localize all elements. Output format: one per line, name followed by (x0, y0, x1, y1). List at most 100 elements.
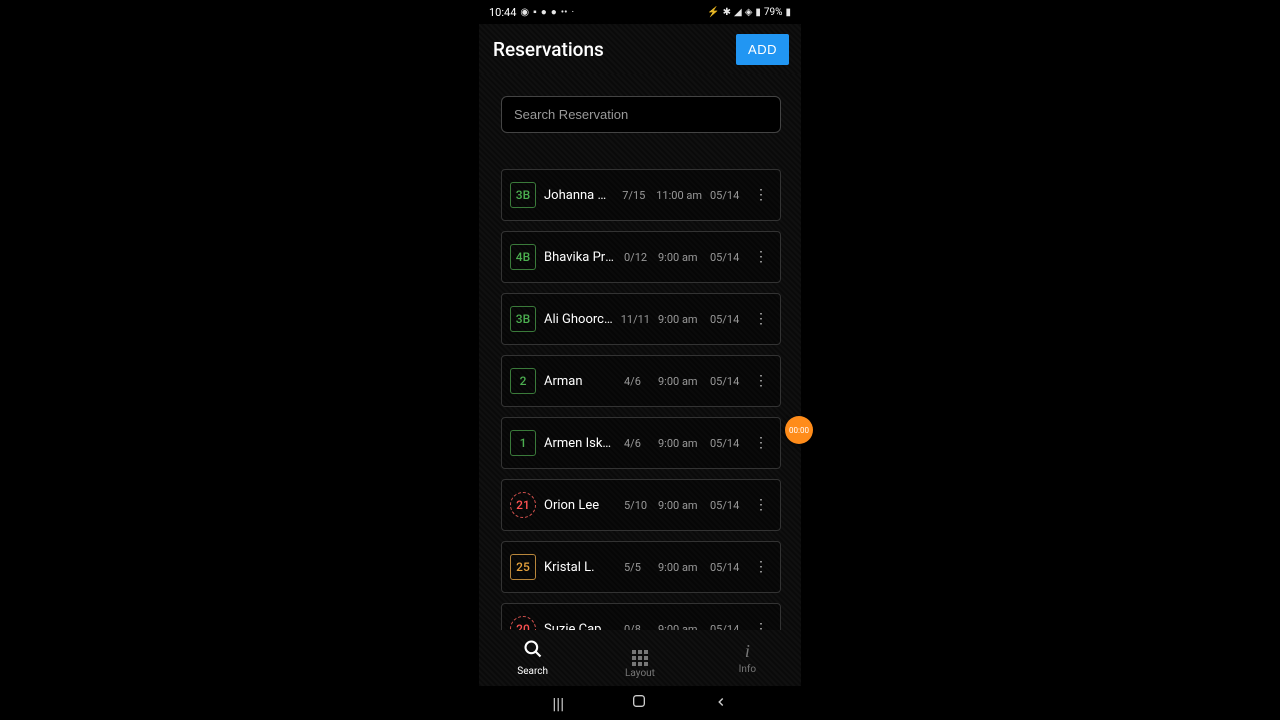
nav-layout-label: Layout (625, 668, 655, 679)
search-input[interactable] (501, 96, 781, 133)
party-count: 0/8 (624, 623, 650, 631)
table-badge: 1 (510, 430, 536, 456)
reservation-row[interactable]: 3B Johanna Quiroz 7/15 11:00 am 05/14 ⋮ (501, 169, 781, 221)
row-meta: 0/8 9:00 am 05/14 (624, 623, 742, 631)
reservation-time: 9:00 am (658, 561, 702, 574)
row-meta: 5/5 9:00 am 05/14 (624, 561, 742, 574)
party-count: 4/6 (624, 437, 650, 450)
table-badge: 3B (510, 182, 536, 208)
reservation-row[interactable]: 20 Suzie Capcoto 0/8 9:00 am 05/14 ⋮ (501, 603, 781, 630)
notif-icon: ● (551, 7, 557, 18)
row-more-icon[interactable]: ⋮ (750, 435, 772, 451)
row-more-icon[interactable]: ⋮ (750, 621, 772, 630)
bluetooth-icon: ✱ (723, 7, 731, 18)
bt-icon: ⚡ (707, 7, 719, 18)
home-button[interactable] (631, 693, 647, 713)
row-more-icon[interactable]: ⋮ (750, 373, 772, 389)
guest-name: Orion Lee (544, 498, 616, 513)
content-scroll[interactable]: 3B Johanna Quiroz 7/15 11:00 am 05/14 ⋮ 4B Bhav… (479, 74, 801, 630)
reservation-date: 05/14 (710, 623, 742, 631)
party-count: 0/12 (624, 251, 650, 264)
nav-search-label: Search (517, 666, 548, 677)
guest-name: Kristal L. (544, 560, 616, 575)
reservation-date: 05/14 (710, 375, 742, 388)
reservation-row[interactable]: 2 Arman 4/6 9:00 am 05/14 ⋮ (501, 355, 781, 407)
table-badge: 21 (510, 492, 536, 518)
row-more-icon[interactable]: ⋮ (750, 187, 772, 203)
reservation-row[interactable]: 1 Armen Iskanian 4/6 9:00 am 05/14 ⋮ (501, 417, 781, 469)
reservation-date: 05/14 (710, 313, 742, 326)
reservation-date: 05/14 (710, 561, 742, 574)
table-badge: 20 (510, 616, 536, 630)
reservation-time: 9:00 am (658, 313, 702, 326)
grid-icon (632, 638, 648, 666)
status-bar: 10:44 ◉ ▪ ● ● •• · ⚡ ✱ ◢ ◈ ▮ 79% ▮ (479, 0, 801, 24)
back-button[interactable] (714, 694, 728, 713)
reservation-time: 11:00 am (656, 189, 702, 202)
row-meta: 11/11 9:00 am 05/14 (621, 313, 742, 326)
add-button[interactable]: ADD (736, 34, 789, 65)
battery-icon: ▮ (785, 7, 791, 18)
row-more-icon[interactable]: ⋮ (750, 249, 772, 265)
nav-info-label: Info (739, 664, 756, 675)
reservation-time: 9:00 am (658, 623, 702, 631)
reservation-row[interactable]: 25 Kristal L. 5/5 9:00 am 05/14 ⋮ (501, 541, 781, 593)
table-badge: 2 (510, 368, 536, 394)
row-meta: 4/6 9:00 am 05/14 (624, 375, 742, 388)
table-badge: 3B (510, 306, 536, 332)
row-more-icon[interactable]: ⋮ (750, 559, 772, 575)
reservation-time: 9:00 am (658, 251, 702, 264)
guest-name: Arman (544, 374, 616, 389)
dot-icon: · (572, 7, 575, 18)
info-icon: i (745, 641, 750, 662)
battery-text: 79% (764, 7, 783, 18)
party-count: 5/5 (624, 561, 650, 574)
signal-icon: ▮ (755, 7, 761, 18)
more-notif-icon: •• (561, 7, 568, 18)
message-icon: ▪ (533, 7, 537, 18)
table-badge: 4B (510, 244, 536, 270)
reservation-row[interactable]: 4B Bhavika Prjapati 0/12 9:00 am 05/14 ⋮ (501, 231, 781, 283)
nav-layout[interactable]: Layout (586, 630, 693, 686)
row-more-icon[interactable]: ⋮ (750, 311, 772, 327)
app-header: Reservations ADD (479, 24, 801, 74)
guest-name: Johanna Quiroz (544, 188, 614, 203)
reservation-date: 05/14 (710, 189, 742, 202)
row-meta: 5/10 9:00 am 05/14 (624, 499, 742, 512)
system-nav-bar: ||| (479, 686, 801, 720)
phone-frame: 10:44 ◉ ▪ ● ● •• · ⚡ ✱ ◢ ◈ ▮ 79% ▮ Reser… (479, 0, 801, 720)
whatsapp-icon: ◉ (520, 7, 529, 18)
nav-info[interactable]: i Info (694, 630, 801, 686)
table-badge: 25 (510, 554, 536, 580)
record-timer[interactable]: 00:00 (785, 416, 813, 444)
reservation-date: 05/14 (710, 499, 742, 512)
wifi-icon: ◈ (745, 7, 753, 18)
row-meta: 0/12 9:00 am 05/14 (624, 251, 742, 264)
party-count: 5/10 (624, 499, 650, 512)
reservation-row[interactable]: 3B Ali Ghoorchian 11/11 9:00 am 05/14 ⋮ (501, 293, 781, 345)
guest-name: Bhavika Prjapati (544, 250, 616, 265)
reservation-time: 9:00 am (658, 437, 702, 450)
row-meta: 4/6 9:00 am 05/14 (624, 437, 742, 450)
recents-button[interactable]: ||| (552, 694, 564, 713)
reservation-time: 9:00 am (658, 499, 702, 512)
bottom-nav: Search Layout i Info (479, 630, 801, 686)
row-meta: 7/15 11:00 am 05/14 (622, 189, 742, 202)
reservation-date: 05/14 (710, 437, 742, 450)
row-more-icon[interactable]: ⋮ (750, 497, 772, 513)
page-title: Reservations (493, 38, 604, 61)
guest-name: Ali Ghoorchian (544, 312, 613, 327)
party-count: 11/11 (621, 313, 650, 326)
status-time: 10:44 (489, 6, 516, 19)
search-icon (523, 639, 543, 664)
guest-name: Armen Iskanian (544, 436, 616, 451)
mute-icon: ◢ (734, 7, 742, 18)
party-count: 4/6 (624, 375, 650, 388)
reservation-time: 9:00 am (658, 375, 702, 388)
party-count: 7/15 (622, 189, 648, 202)
reservation-date: 05/14 (710, 251, 742, 264)
nav-search[interactable]: Search (479, 630, 586, 686)
reservation-row[interactable]: 21 Orion Lee 5/10 9:00 am 05/14 ⋮ (501, 479, 781, 531)
guest-name: Suzie Capcoto (544, 622, 616, 631)
facebook-icon: ● (541, 7, 547, 18)
